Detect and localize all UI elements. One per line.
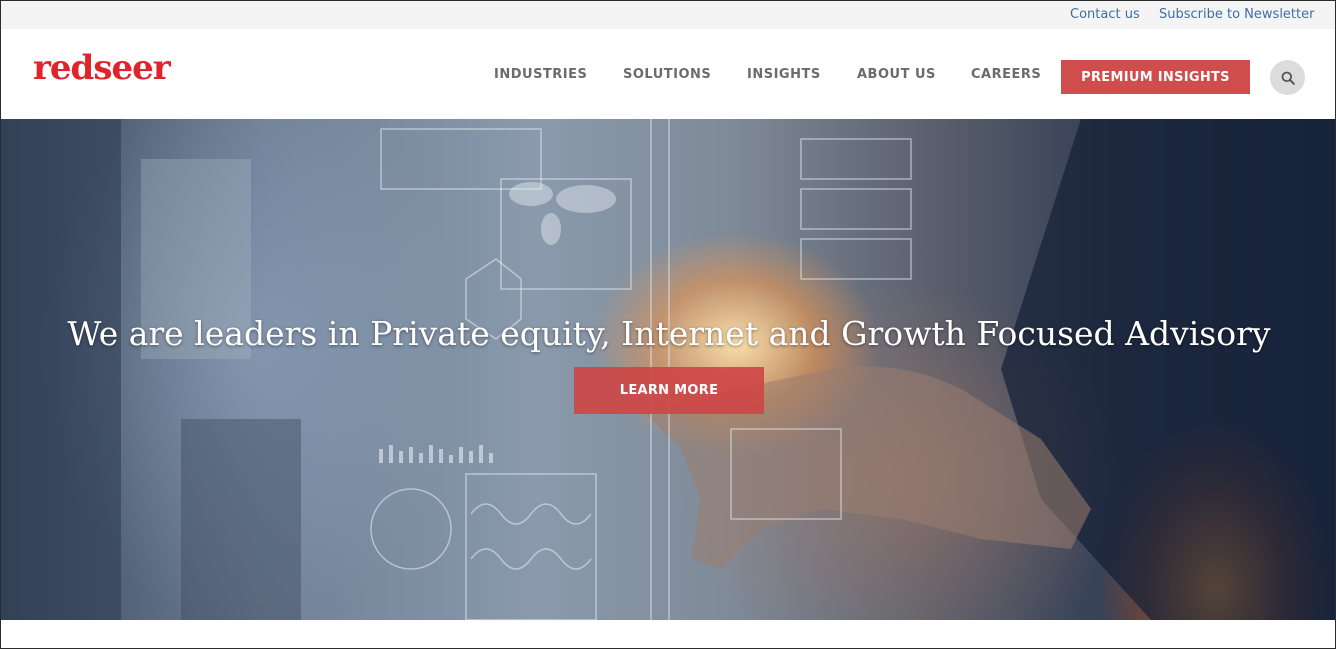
subscribe-newsletter-link[interactable]: Subscribe to Newsletter [1159,7,1314,22]
nav-solutions[interactable]: SOLUTIONS [623,67,711,82]
nav-about-us[interactable]: ABOUT US [857,67,936,82]
top-utility-bar: Contact us Subscribe to Newsletter [1,1,1335,29]
hero-banner: We are leaders in Private equity, Intern… [1,119,1335,620]
hero-headline: We are leaders in Private equity, Intern… [67,314,1271,353]
search-button[interactable] [1270,60,1305,95]
redseer-logo[interactable]: redseer [33,51,171,85]
premium-insights-button[interactable]: PREMIUM INSIGHTS [1061,60,1250,94]
nav-insights[interactable]: INSIGHTS [747,67,821,82]
learn-more-button[interactable]: LEARN MORE [574,367,764,414]
contact-us-link[interactable]: Contact us [1070,7,1140,22]
nav-careers[interactable]: CAREERS [971,67,1041,82]
page: Contact us Subscribe to Newsletter redse… [0,0,1336,649]
site-header: redseer INDUSTRIES SOLUTIONS INSIGHTS AB… [1,29,1335,119]
nav-industries[interactable]: INDUSTRIES [494,67,587,82]
search-icon [1281,71,1295,85]
